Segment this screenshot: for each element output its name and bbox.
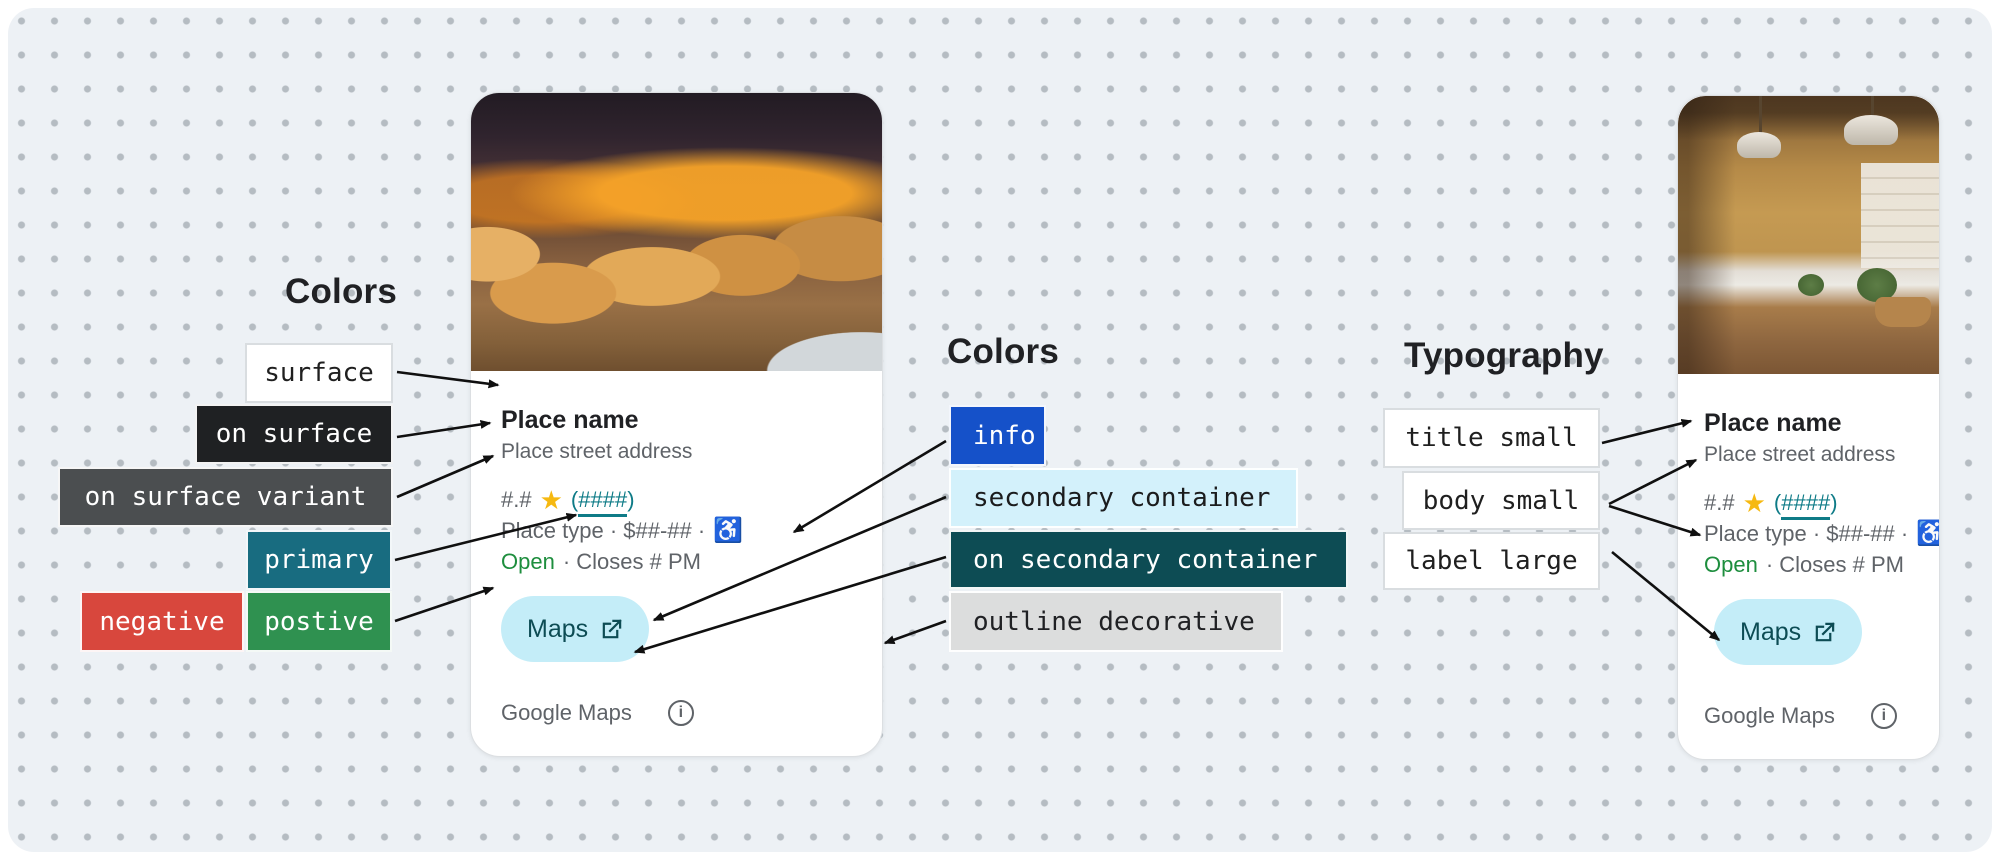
bakery-photo: [471, 93, 882, 371]
cafe-tile-wall: [1861, 163, 1939, 269]
maps-button[interactable]: Maps: [501, 596, 649, 662]
swatch-info-label: info: [973, 421, 1036, 451]
swatch-secondary-container: secondary container: [949, 468, 1298, 528]
place-name: Place name: [501, 405, 852, 435]
hours-row: Open · Closes # PM: [1704, 549, 1913, 580]
typography-heading: Typography: [1404, 336, 1604, 376]
rating-row: #.# ★ (####): [501, 484, 852, 515]
closing-time: · Closes # PM: [1766, 549, 1904, 580]
open-status: Open: [1704, 549, 1758, 580]
swatch-outline-decorative-label: outline decorative: [973, 607, 1255, 637]
maps-button-label: Maps: [1740, 618, 1801, 647]
info-icon-glyph: i: [679, 704, 683, 722]
star-icon: ★: [540, 487, 563, 513]
type-style-label-large: label large: [1383, 532, 1600, 590]
design-spec-canvas: Colors surface on surface on surface var…: [0, 0, 2000, 860]
type-style-body-small: body small: [1402, 471, 1600, 530]
place-address: Place street address: [501, 437, 852, 467]
place-card-body: Place name Place street address #.# ★ (#…: [1678, 374, 1939, 729]
hours-row: Open · Closes # PM: [501, 546, 852, 577]
type-style-title-small-label: title small: [1405, 423, 1577, 453]
card-footer: Google Maps i: [501, 700, 852, 726]
type-style-label-large-label: label large: [1405, 546, 1577, 576]
type-style-body-small-label: body small: [1423, 486, 1580, 516]
review-count-link[interactable]: (####): [571, 484, 635, 515]
swatch-postive: postive: [246, 591, 392, 652]
swatch-primary: primary: [246, 530, 392, 590]
closing-time: · Closes # PM: [563, 546, 701, 577]
rating-value: #.#: [501, 484, 532, 515]
middle-colors-heading: Colors: [947, 332, 1059, 372]
swatch-outline-decorative: outline decorative: [949, 591, 1283, 652]
swatch-surface: surface: [245, 343, 393, 403]
potted-plant: [1798, 274, 1824, 296]
left-colors-heading: Colors: [285, 272, 397, 312]
review-count-link[interactable]: (####): [1774, 487, 1838, 518]
cafe-photo: [1678, 96, 1939, 374]
swatch-on-secondary-container-label: on secondary container: [973, 545, 1317, 575]
rating-value: #.#: [1704, 487, 1735, 518]
maps-button[interactable]: Maps: [1714, 599, 1862, 665]
swatch-on-surface-variant: on surface variant: [58, 467, 393, 527]
type-style-title-small: title small: [1383, 408, 1600, 468]
info-icon-glyph: i: [1882, 707, 1886, 725]
details-row: Place type · $##-## · ♿: [501, 515, 852, 546]
wheelchair-accessible-icon: ♿: [1916, 518, 1940, 549]
google-maps-attribution: Google Maps: [1704, 703, 1835, 729]
place-card-body: Place name Place street address #.# ★ (#…: [471, 371, 882, 726]
star-icon: ★: [1743, 490, 1766, 516]
swatch-info: info: [949, 405, 1046, 466]
info-icon[interactable]: i: [1871, 703, 1897, 729]
place-card-left: Place name Place street address #.# ★ (#…: [470, 92, 883, 757]
place-type-price: Place type · $##-## ·: [501, 515, 705, 546]
pendant-lamp: [1737, 132, 1781, 158]
info-icon[interactable]: i: [668, 700, 694, 726]
review-count: ####: [578, 487, 627, 517]
swatch-postive-label: postive: [264, 607, 374, 637]
bread-basket: [1875, 297, 1931, 327]
swatch-negative-label: negative: [99, 607, 224, 637]
swatch-secondary-container-label: secondary container: [973, 483, 1270, 513]
swatch-on-surface-variant-label: on surface variant: [85, 482, 367, 512]
swatch-on-secondary-container: on secondary container: [949, 530, 1348, 589]
review-count: ####: [1781, 490, 1830, 520]
maps-button-label: Maps: [527, 615, 588, 644]
place-address: Place street address: [1704, 440, 1913, 470]
swatch-surface-label: surface: [264, 358, 374, 388]
review-count-close-paren: ): [1830, 490, 1837, 515]
swatch-negative: negative: [80, 591, 244, 652]
rating-row: #.# ★ (####): [1704, 487, 1913, 518]
google-maps-attribution: Google Maps: [501, 700, 632, 726]
card-footer: Google Maps i: [1704, 703, 1913, 729]
external-link-icon: [600, 618, 623, 641]
swatch-primary-label: primary: [264, 545, 374, 575]
open-status: Open: [501, 546, 555, 577]
swatch-on-surface: on surface: [195, 404, 393, 464]
pendant-lamp: [1844, 115, 1898, 145]
details-row: Place type · $##-## · ♿: [1704, 518, 1913, 549]
place-type-price: Place type · $##-## ·: [1704, 518, 1908, 549]
wheelchair-accessible-icon: ♿: [713, 515, 743, 546]
place-name: Place name: [1704, 408, 1913, 438]
review-count-close-paren: ): [627, 487, 634, 512]
swatch-on-surface-label: on surface: [216, 419, 373, 449]
place-card-right: Place name Place street address #.# ★ (#…: [1677, 95, 1940, 760]
external-link-icon: [1813, 621, 1836, 644]
